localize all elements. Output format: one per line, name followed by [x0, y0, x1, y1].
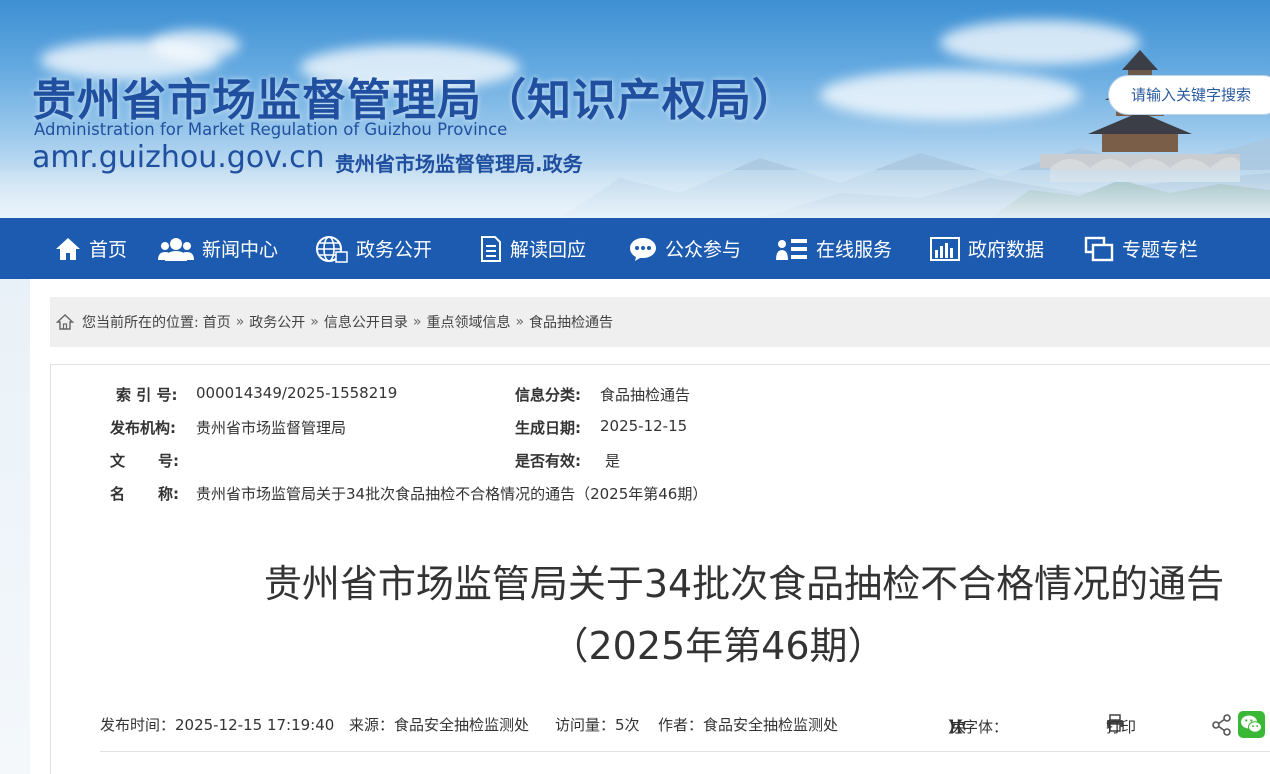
print-button[interactable]: 打印	[1106, 714, 1136, 736]
nav-item-label: 在线服务	[816, 239, 893, 261]
nav-item-label: 政府数据	[968, 239, 1045, 261]
wechat-icon[interactable]	[1238, 711, 1265, 738]
view-count: 访问量：5次	[555, 716, 640, 734]
nav-item-public-participation[interactable]: 公众参与	[629, 218, 741, 279]
site-domain-cn: 贵州省市场监督管理局.政务	[335, 152, 583, 176]
people-icon	[158, 237, 194, 261]
home-icon	[56, 237, 80, 260]
breadcrumb-home[interactable]: 首页	[203, 312, 231, 332]
meta-valid-value: 是	[605, 452, 621, 470]
wechat-glyph-icon	[1241, 715, 1262, 733]
publish-time: 发布时间：2025-12-15 17:19:40	[100, 716, 335, 734]
nav-item-special-topics[interactable]: 专题专栏	[1084, 218, 1198, 279]
breadcrumb-separator: »	[515, 314, 525, 330]
window-icon	[1084, 236, 1114, 261]
breadcrumb-gov-affairs[interactable]: 政务公开	[249, 312, 305, 332]
meta-date-label: 生成日期:	[515, 419, 581, 437]
meta-name-value: 贵州省市场监管局关于34批次食品抽检不合格情况的通告（2025年第46期）	[196, 485, 708, 503]
breadcrumb-prefix: 您当前所在的位置:	[82, 315, 199, 331]
article-author: 作者：食品安全抽检监测处	[658, 716, 839, 734]
nav-item-label: 公众参与	[665, 239, 742, 261]
meta-category-value: 食品抽检通告	[600, 386, 691, 404]
meta-valid-label: 是否有效:	[515, 452, 581, 470]
breadcrumb-separator: »	[310, 314, 319, 330]
breadcrumb-current[interactable]: 食品抽检通告	[529, 312, 613, 332]
meta-index-label: 索 引 号:	[116, 386, 178, 404]
publish-info-bar: 发布时间：2025-12-15 17:19:40 来源：食品安全抽检监测处 访问…	[100, 712, 1270, 752]
meta-docno-label-2: 号:	[158, 452, 179, 470]
breadcrumb-separator: »	[412, 314, 422, 330]
breadcrumb-catalog[interactable]: 信息公开目录	[324, 312, 408, 332]
nav-item-label: 解读回应	[510, 239, 587, 261]
nav-item-gov-affairs[interactable]: 政务公开	[314, 218, 432, 279]
nav-item-label: 首页	[89, 239, 128, 261]
nav-item-online-service[interactable]: 在线服务	[776, 218, 892, 279]
meta-publisher-label: 发布机构:	[110, 419, 176, 437]
breadcrumb: 您当前所在的位置: 首页 » 政务公开 » 信息公开目录 » 重点领域信息 » …	[50, 297, 1270, 347]
share-icon[interactable]	[1212, 714, 1232, 736]
article-title-line2: （2025年第46期）	[550, 624, 886, 668]
document-icon	[481, 235, 501, 262]
font-size-suffix: 】	[948, 718, 964, 736]
bar-chart-icon	[930, 236, 960, 261]
print-label: 打印	[1106, 718, 1137, 736]
nav-item-label: 政务公开	[356, 239, 433, 261]
nav-item-label: 专题专栏	[1122, 239, 1199, 261]
side-decoration	[0, 279, 30, 774]
water-reflection	[0, 170, 1270, 218]
nav-item-interpretation[interactable]: 解读回应	[480, 218, 586, 279]
article-title: 贵州省市场监管局关于34批次食品抽检不合格情况的通告 （2025年第46期）	[120, 553, 1270, 677]
meta-name-label: 名	[110, 485, 126, 503]
user-list-icon	[776, 238, 807, 260]
main-nav: 首页 新闻中心 政务公开 解读回应 公众参与 在线服务 政府数据 专题专栏	[0, 218, 1270, 279]
meta-docno-label: 文	[110, 452, 126, 470]
meta-publisher-value: 贵州省市场监督管理局	[196, 419, 347, 437]
globe-icon	[316, 235, 348, 263]
meta-date-value: 2025-12-15	[600, 417, 688, 435]
nav-item-news[interactable]: 新闻中心	[158, 218, 278, 279]
search-input[interactable]: 请输入关键字搜索	[1108, 75, 1270, 115]
nav-item-home[interactable]: 首页	[55, 218, 127, 279]
breadcrumb-separator: »	[235, 314, 245, 330]
site-title: 贵州省市场监督管理局（知识产权局）	[32, 75, 797, 126]
home-outline-icon	[56, 314, 74, 330]
chat-icon	[630, 237, 656, 261]
article-title-line1: 贵州省市场监管局关于34批次食品抽检不合格情况的通告	[263, 562, 1225, 606]
meta-index-value: 000014349/2025-1558219	[196, 384, 398, 402]
site-domain: amr.guizhou.gov.cn	[32, 140, 325, 175]
article-source: 来源：食品安全抽检监测处	[349, 716, 530, 734]
nav-item-gov-data[interactable]: 政府数据	[930, 218, 1044, 279]
breadcrumb-key-areas[interactable]: 重点领域信息	[426, 312, 510, 332]
header-banner: 贵州省市场监督管理局（知识产权局） Administration for Mar…	[0, 0, 1270, 218]
site-title-en: Administration for Market Regulation of …	[34, 120, 508, 139]
meta-category-label: 信息分类:	[515, 386, 581, 404]
nav-item-label: 新闻中心	[202, 239, 279, 261]
meta-name-label-2: 称:	[158, 485, 179, 503]
